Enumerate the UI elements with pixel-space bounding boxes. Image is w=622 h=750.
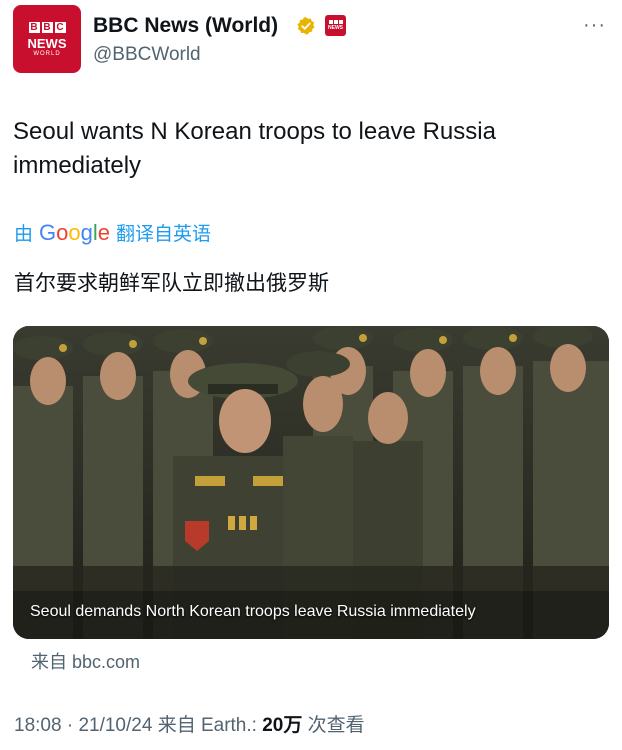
avatar[interactable]: B B C NEWS WORLD — [13, 5, 81, 73]
meta-separator: · — [66, 715, 74, 736]
logo-block: B — [28, 21, 40, 33]
logo-world-text: WORLD — [33, 50, 61, 57]
logo-block: C — [54, 21, 66, 33]
tweet-time[interactable]: 18:08 — [14, 715, 62, 736]
badge-text: NEWS — [328, 25, 343, 31]
account-name[interactable]: BBC News (World) — [93, 14, 278, 38]
tweet-meta: 18:08 · 21/10/24 来自 Earth.: 20万 次查看 — [14, 710, 365, 737]
gold-check-icon[interactable] — [296, 16, 316, 36]
bbc-logo: B B C — [28, 21, 66, 33]
tweet-source-app: 来自 Earth.: — [157, 715, 257, 736]
tweet-text: Seoul wants N Korean troops to leave Rus… — [13, 118, 496, 179]
account-handle[interactable]: @BBCWorld — [93, 44, 201, 66]
views-count: 20万 — [262, 715, 303, 736]
tweet-date[interactable]: 21/10/24 — [78, 715, 152, 736]
soldiers-photo — [13, 326, 609, 639]
translation-attribution[interactable]: 由 Google 翻译自英语 — [14, 219, 211, 246]
google-logo: Google — [39, 219, 111, 245]
translated-text: 首尔要求朝鲜军队立即撤出俄罗斯 — [14, 272, 329, 295]
more-options-icon[interactable]: ··· — [583, 14, 613, 36]
logo-block: B — [41, 21, 53, 33]
media-caption: Seoul demands North Korean troops leave … — [30, 603, 476, 620]
media-source-link[interactable]: 来自 bbc.com — [31, 648, 140, 674]
translation-prefix: 由 — [14, 224, 34, 245]
views-label: 次查看 — [307, 715, 365, 736]
bbc-news-badge[interactable]: NEWS — [325, 15, 346, 36]
media-card[interactable]: Seoul demands North Korean troops leave … — [13, 326, 609, 639]
logo-news-text: NEWS — [27, 35, 67, 51]
badge-blocks — [328, 20, 343, 24]
translation-suffix: 翻译自英语 — [116, 224, 212, 245]
